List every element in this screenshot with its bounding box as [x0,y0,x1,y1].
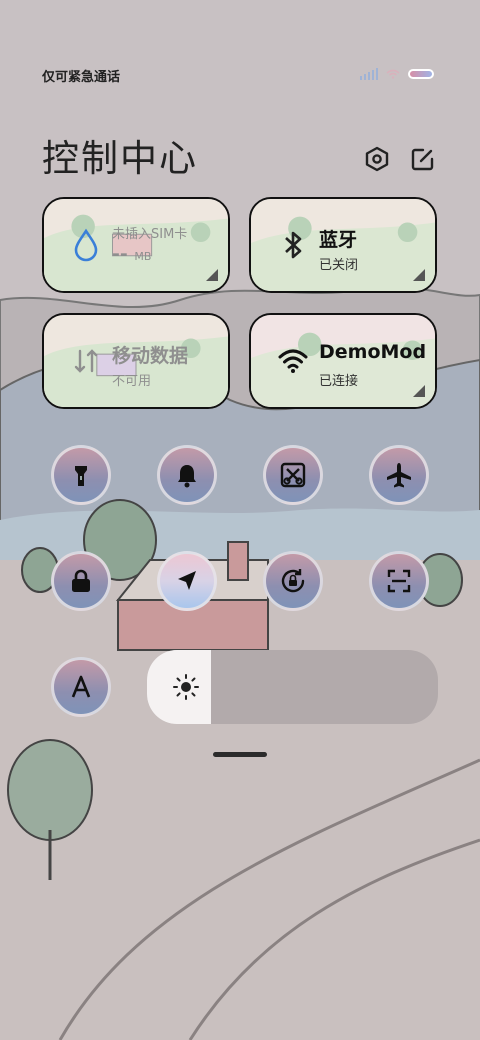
battery-icon [408,69,434,79]
toggle-location[interactable] [157,551,217,611]
screenshot-scissors-icon [280,462,306,488]
settings-button[interactable] [362,144,392,174]
settings-hex-icon [365,146,389,172]
edit-icon [411,148,434,171]
tile-expand-icon [206,269,218,281]
tile-wifi[interactable]: DemoMod 已连接 [249,313,437,409]
edit-button[interactable] [408,144,438,174]
tile-wifi-status: 已连接 [319,374,359,389]
tile-bluetooth[interactable]: 蓝牙 已关闭 [249,197,437,293]
brightness-slider[interactable] [147,650,438,724]
tile-expand-icon [413,269,425,281]
tile-expand-icon [413,385,425,397]
water-drop-icon [74,228,98,262]
mobile-data-icon [74,349,98,373]
flashlight-icon [75,466,87,486]
status-icons [360,68,434,80]
bluetooth-icon [285,231,302,259]
wifi-status-icon [386,69,400,79]
letter-a-icon [71,675,91,698]
signal-icon [360,68,378,80]
status-carrier-text: 仅可紧急通话 [42,70,121,85]
tile-mobile-data-label: 移动数据 [112,345,189,367]
scan-icon [387,569,411,593]
drag-handle[interactable] [213,752,267,757]
toggle-auto-rotate[interactable] [263,551,323,611]
tile-bluetooth-label: 蓝牙 [319,229,358,251]
toggle-ringer[interactable] [157,445,217,505]
wifi-icon [278,349,308,373]
toggle-lock-screen[interactable] [51,551,111,611]
toggle-text-size[interactable] [51,657,111,717]
toggle-flashlight[interactable] [51,445,111,505]
tile-bluetooth-status: 已关闭 [319,258,359,273]
tile-sim-status: 未插入SIM卡 [112,227,188,242]
rotation-lock-icon [281,569,305,593]
toggle-screenshot[interactable] [263,445,323,505]
sun-icon [173,674,199,700]
tile-mobile-data-status: 不可用 [112,374,152,389]
page-title: 控制中心 [42,137,198,180]
location-arrow-icon [178,571,196,590]
airplane-icon [387,463,411,488]
toggle-scanner[interactable] [369,551,429,611]
tile-data-value: -- MB [112,243,152,265]
toggle-airplane[interactable] [369,445,429,505]
tile-wifi-ssid: DemoMod [319,341,427,363]
bell-icon [178,465,196,488]
lock-icon [72,569,90,592]
tile-mobile-data[interactable]: 移动数据 不可用 [42,313,230,409]
tile-data-usage[interactable]: 未插入SIM卡 -- MB [42,197,230,293]
